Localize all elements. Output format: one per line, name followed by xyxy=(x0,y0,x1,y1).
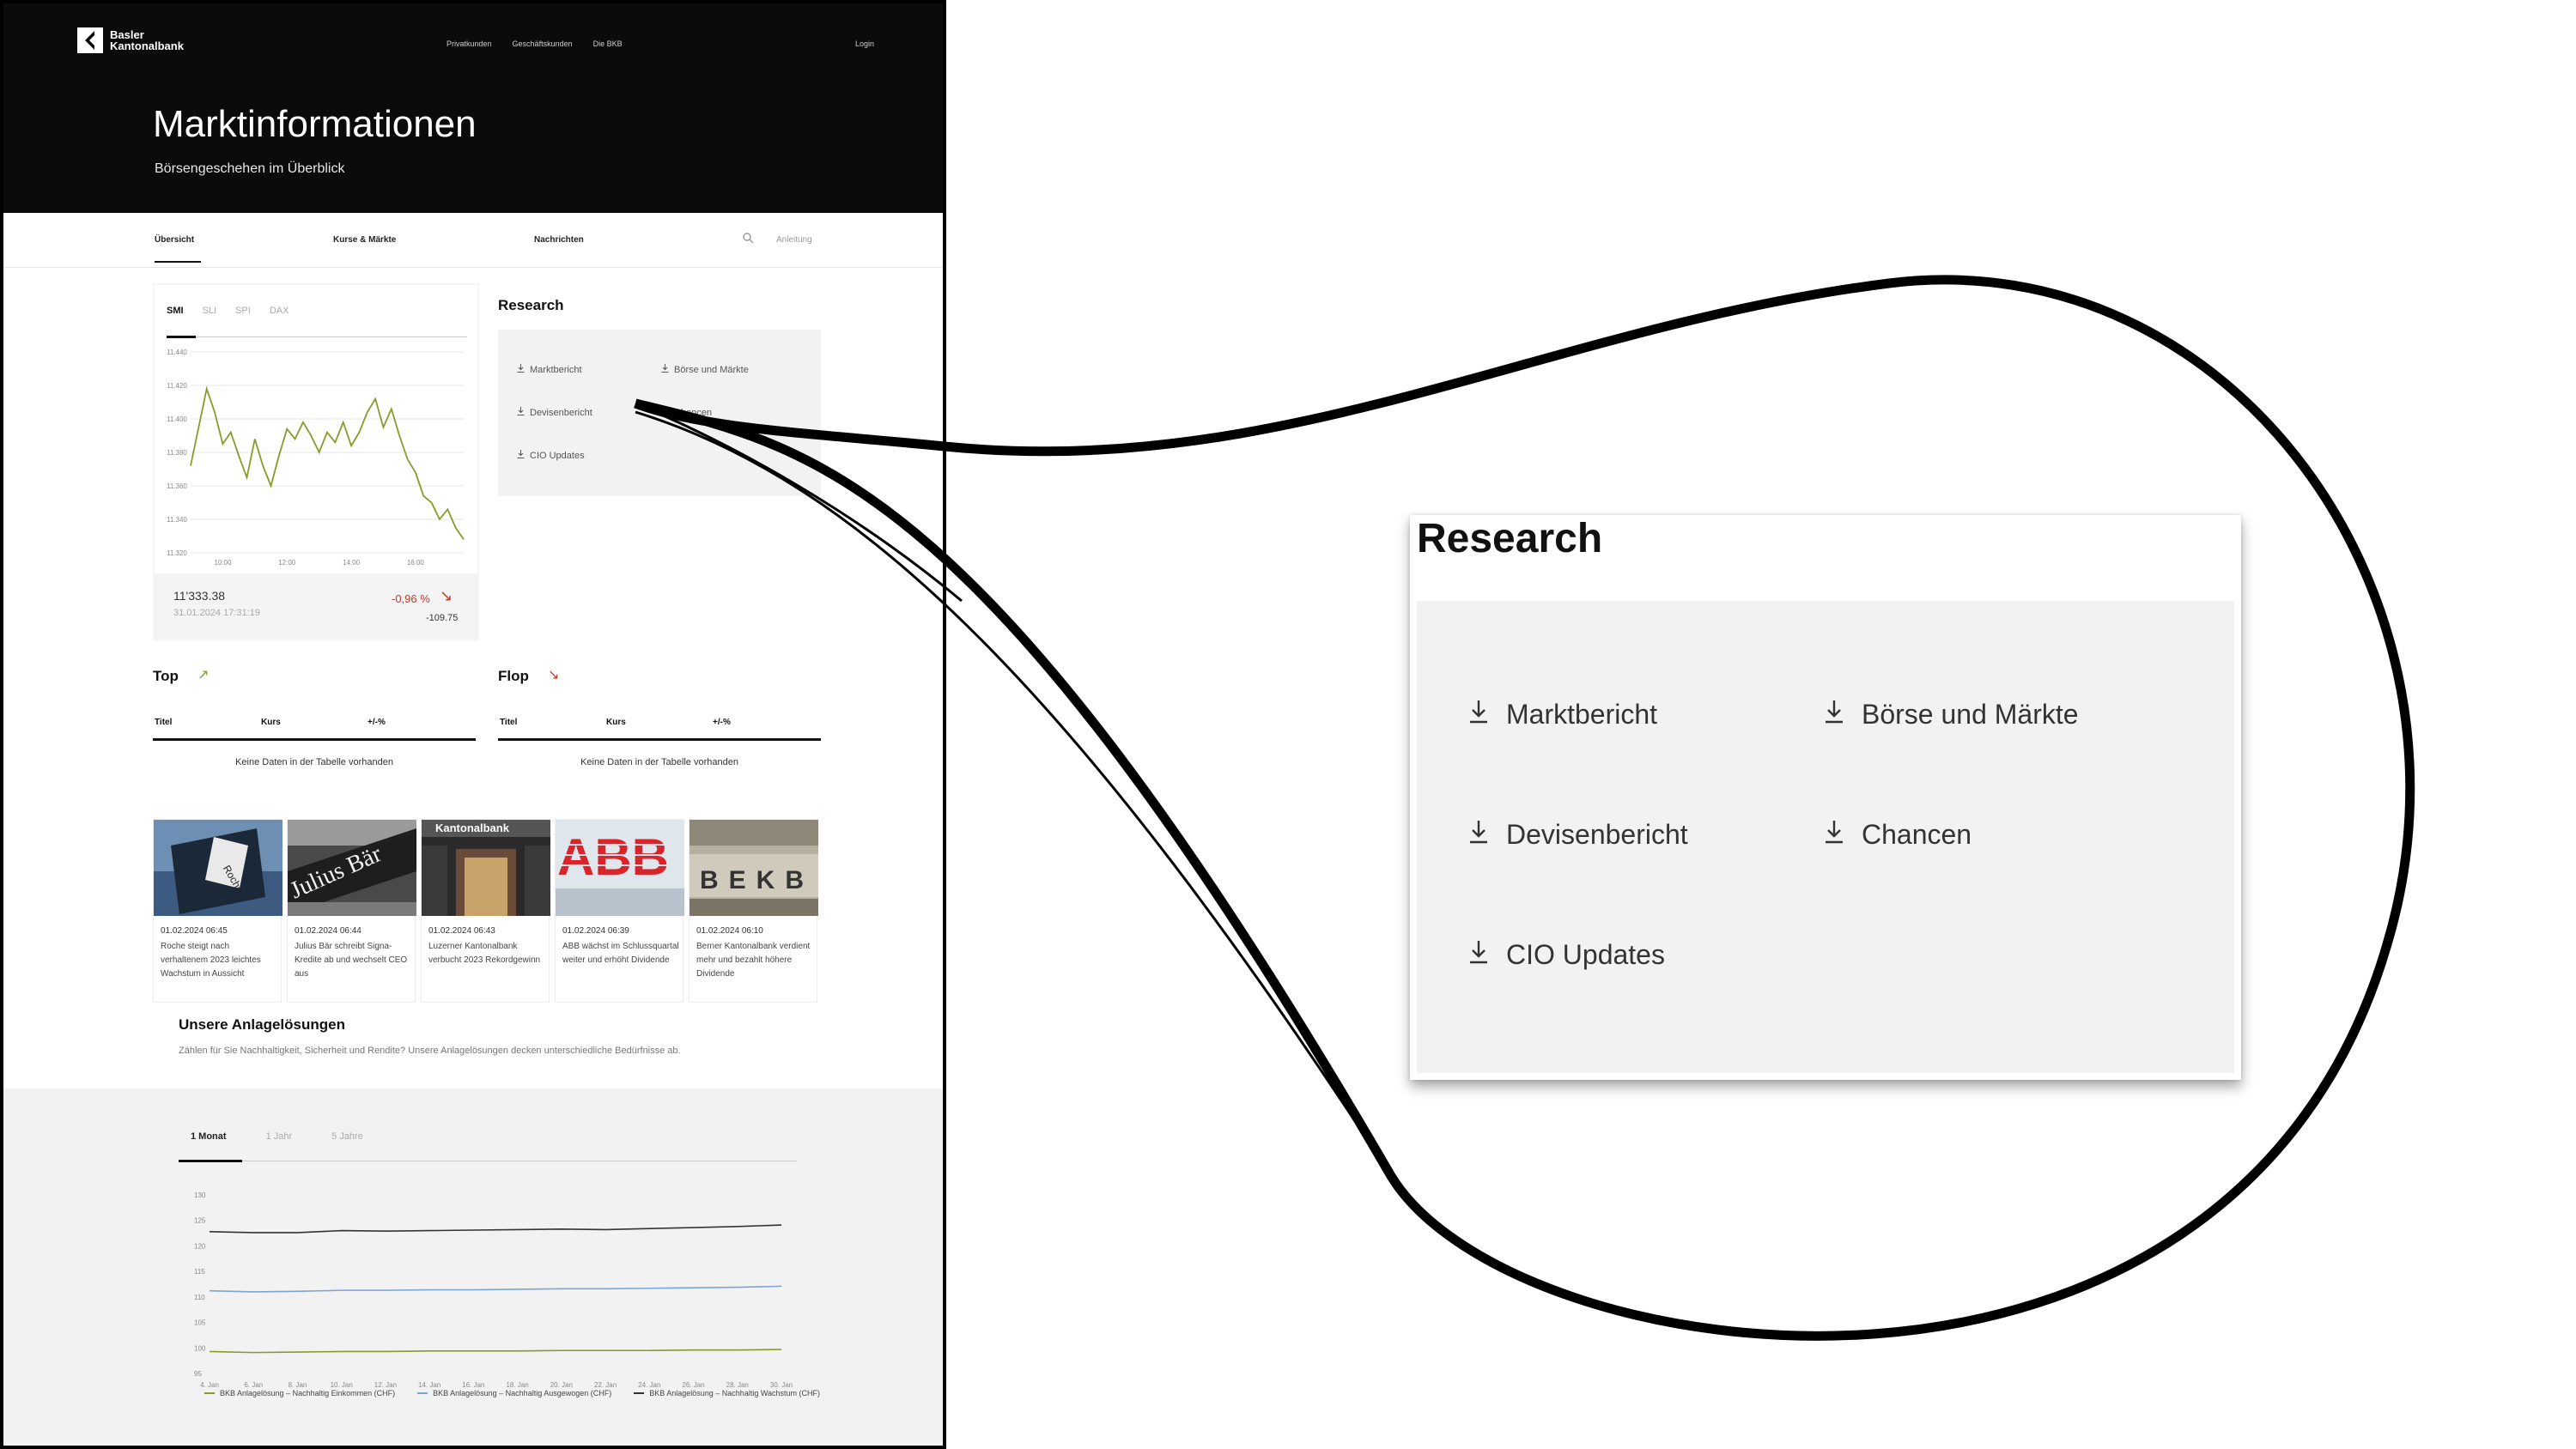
research-item-label: Devisenbericht xyxy=(1506,819,1688,850)
research-item-label: CIO Updates xyxy=(1506,939,1665,970)
download-icon xyxy=(1468,939,1489,971)
research-devisenbericht[interactable]: Devisenbericht xyxy=(1468,819,1688,851)
research-chancen[interactable]: Chancen xyxy=(1824,819,1971,851)
download-icon xyxy=(1468,699,1489,731)
research-item-label: Chancen xyxy=(1862,819,1972,850)
download-icon xyxy=(1824,699,1844,731)
download-icon xyxy=(1824,819,1844,851)
research-marktbericht[interactable]: Marktbericht xyxy=(1468,699,1657,731)
zoomed-research-title: Research xyxy=(1417,516,1603,561)
zoomed-research-list: Marktbericht Börse und Märkte Devisenber… xyxy=(1417,601,2234,1073)
download-icon xyxy=(1468,819,1489,851)
research-boerse-maerkte[interactable]: Börse und Märkte xyxy=(1824,699,2079,731)
research-item-label: Börse und Märkte xyxy=(1862,699,2079,730)
research-item-label: Marktbericht xyxy=(1506,699,1658,730)
zoomed-research-panel: Research Marktbericht Börse und Märkte D… xyxy=(1410,515,2241,1080)
research-cio-updates[interactable]: CIO Updates xyxy=(1468,939,1665,971)
